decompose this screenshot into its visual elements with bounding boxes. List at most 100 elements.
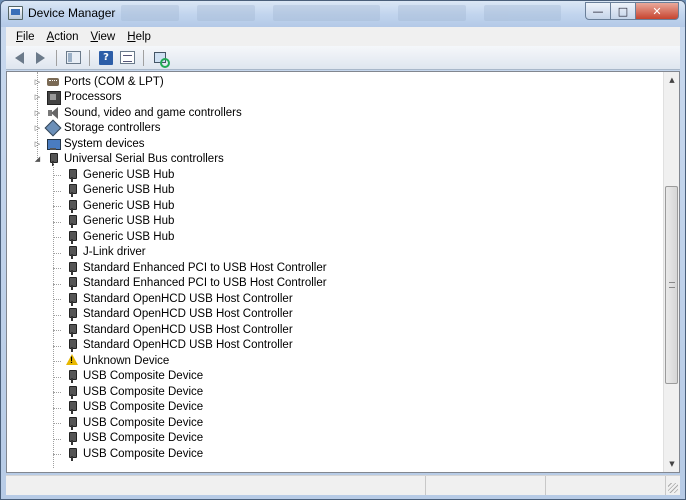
tree-connector-line	[53, 423, 61, 424]
device-label: Standard OpenHCD USB Host Controller	[83, 339, 293, 352]
properties-button[interactable]	[118, 49, 136, 67]
category-node[interactable]: ▷ Storage controllers	[33, 121, 161, 137]
device-node[interactable]: Unknown Device	[65, 353, 169, 369]
device-node[interactable]: Generic USB Hub	[65, 183, 174, 199]
device-node[interactable]: Standard Enhanced PCI to USB Host Contro…	[65, 260, 327, 276]
usb-icon	[65, 261, 79, 275]
usb-icon	[65, 214, 79, 229]
device-label: USB Composite Device	[83, 432, 204, 445]
scan-hardware-changes-button[interactable]	[151, 49, 170, 68]
device-manager-icon	[8, 6, 23, 20]
device-manager-window: Device Manager — □ ✕ File Action View He…	[0, 0, 686, 500]
status-bar	[6, 475, 680, 495]
scroll-up-button[interactable]: ▲	[664, 72, 679, 88]
warning-icon	[65, 353, 79, 368]
forward-button[interactable]	[31, 49, 49, 67]
device-node[interactable]: Generic USB Hub	[65, 229, 174, 245]
category-label: Sound, video and game controllers	[64, 106, 242, 119]
device-label: Standard Enhanced PCI to USB Host Contro…	[83, 261, 327, 274]
category-node[interactable]: ▷ Ports (COM & LPT)	[33, 74, 164, 90]
usb-icon	[65, 385, 79, 399]
toolbar: ?	[6, 46, 680, 70]
help-button[interactable]: ?	[97, 49, 115, 67]
device-label: USB Composite Device	[83, 385, 204, 398]
usb-icon	[65, 307, 79, 322]
device-node[interactable]: USB Composite Device	[65, 446, 203, 462]
device-node[interactable]: Standard OpenHCD USB Host Controller	[65, 307, 293, 323]
category-node[interactable]: ▷ Processors	[33, 90, 122, 106]
usb-icon	[65, 168, 79, 182]
toolbar-separator	[56, 49, 57, 66]
usb-icon	[65, 447, 79, 461]
usb-icon	[65, 431, 79, 446]
device-label: Standard Enhanced PCI to USB Host Contro…	[83, 277, 327, 290]
device-node[interactable]: J-Link driver	[65, 245, 146, 261]
tree-connector-line	[53, 237, 61, 238]
device-label: USB Composite Device	[83, 416, 204, 429]
tree-connector-line	[53, 361, 61, 362]
collapse-arrow-icon[interactable]: ◢	[33, 155, 42, 164]
device-label: Generic USB Hub	[83, 184, 175, 197]
category-label: Storage controllers	[64, 122, 161, 135]
device-node[interactable]: Standard OpenHCD USB Host Controller	[65, 338, 293, 354]
device-label: USB Composite Device	[83, 401, 204, 414]
device-node[interactable]: Standard OpenHCD USB Host Controller	[65, 291, 293, 307]
grip-icon	[669, 282, 675, 288]
properties-icon	[119, 51, 135, 64]
expand-arrow-icon[interactable]: ▷	[33, 108, 42, 117]
tree-connector-line	[53, 345, 61, 347]
usb-icon	[65, 245, 79, 260]
back-button[interactable]	[10, 49, 28, 67]
tree-connector-line	[53, 438, 61, 440]
device-label: Generic USB Hub	[83, 230, 175, 243]
device-node[interactable]: Standard OpenHCD USB Host Controller	[65, 322, 293, 338]
device-node[interactable]: USB Composite Device	[65, 384, 203, 400]
window-controls: — □ ✕	[585, 2, 679, 20]
expand-arrow-icon[interactable]: ▷	[33, 93, 42, 102]
port-icon	[46, 75, 60, 89]
menu-file[interactable]: File	[10, 31, 41, 43]
expand-arrow-icon[interactable]: ▷	[33, 124, 42, 133]
device-label: Generic USB Hub	[83, 215, 175, 228]
status-cell	[6, 476, 426, 495]
show-hide-console-tree-button[interactable]	[64, 49, 82, 67]
system-icon	[46, 137, 61, 151]
status-cell	[426, 476, 546, 495]
device-node[interactable]: Standard Enhanced PCI to USB Host Contro…	[65, 276, 327, 292]
background-taskbar-ghosts	[121, 5, 562, 23]
tree-connector-line	[53, 407, 61, 409]
device-label: USB Composite Device	[83, 370, 204, 383]
status-cell	[546, 476, 666, 495]
device-node[interactable]: USB Composite Device	[65, 415, 203, 431]
device-label: Standard OpenHCD USB Host Controller	[83, 292, 293, 305]
menu-action[interactable]: Action	[41, 31, 85, 43]
device-node[interactable]: Generic USB Hub	[65, 214, 174, 230]
device-node[interactable]: USB Composite Device	[65, 400, 203, 416]
category-node[interactable]: ▷ Sound, video and game controllers	[33, 105, 242, 121]
minimize-button[interactable]: —	[585, 2, 611, 20]
close-button[interactable]: ✕	[636, 2, 679, 20]
speaker-icon	[46, 106, 60, 120]
expand-arrow-icon[interactable]: ▷	[33, 77, 42, 86]
maximize-button[interactable]: □	[611, 2, 636, 20]
category-node[interactable]: ▷ System devices	[33, 136, 145, 152]
category-node[interactable]: ◢ Universal Serial Bus controllers	[33, 152, 224, 168]
device-node[interactable]: Generic USB Hub	[65, 167, 174, 183]
expand-arrow-icon[interactable]: ▷	[33, 139, 42, 148]
usb-icon	[65, 230, 79, 244]
device-node[interactable]: USB Composite Device	[65, 431, 203, 447]
device-node[interactable]: Generic USB Hub	[65, 198, 174, 214]
title-bar[interactable]: Device Manager — □ ✕	[1, 1, 685, 27]
device-tree[interactable]: ▷ Ports (COM & LPT) ▷ Processors ▷ Sound, vid…	[6, 71, 680, 473]
vertical-scrollbar[interactable]: ▲ ▼	[663, 72, 679, 472]
usb-icon	[65, 323, 79, 337]
category-label: Universal Serial Bus controllers	[64, 153, 224, 166]
device-node[interactable]: USB Composite Device	[65, 369, 203, 385]
menu-view[interactable]: View	[85, 31, 122, 43]
menu-help[interactable]: Help	[121, 31, 157, 43]
menu-bar: File Action View Help	[6, 27, 680, 46]
resize-grip-icon[interactable]	[668, 483, 678, 493]
scrollbar-thumb[interactable]	[665, 186, 678, 384]
device-label: Unknown Device	[83, 354, 170, 367]
scroll-down-button[interactable]: ▼	[664, 456, 679, 472]
